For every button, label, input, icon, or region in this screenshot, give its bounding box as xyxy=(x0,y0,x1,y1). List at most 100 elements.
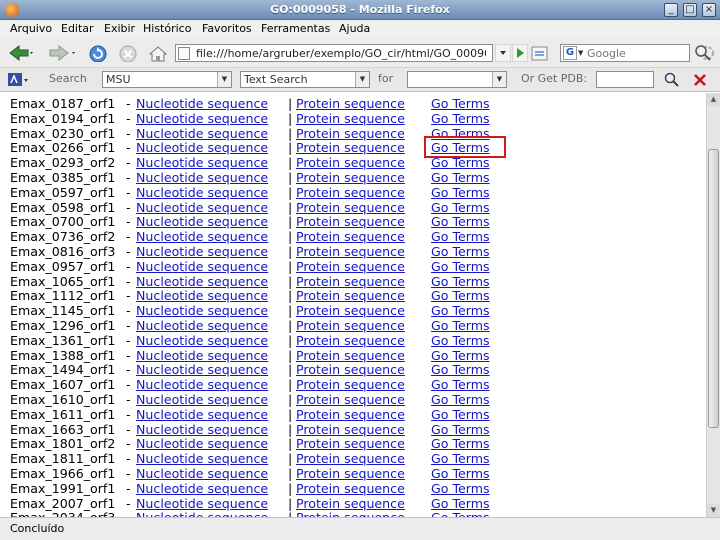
protein-link[interactable]: Protein sequence xyxy=(296,215,405,229)
nucleotide-link[interactable]: Nucleotide sequence xyxy=(136,348,268,363)
nucleotide-link[interactable]: Nucleotide sequence xyxy=(136,467,268,481)
search-type-select[interactable]: Text Search ▼ xyxy=(240,71,370,88)
chevron-down-icon[interactable]: ▼ xyxy=(492,72,506,87)
go-terms-link[interactable]: Go Terms xyxy=(431,496,490,511)
scroll-down-arrow-icon[interactable]: ▼ xyxy=(707,504,720,517)
chevron-down-icon[interactable]: ▼ xyxy=(355,72,369,87)
scroll-thumb[interactable] xyxy=(708,149,719,428)
go-terms-link[interactable]: Go Terms xyxy=(431,319,490,333)
database-select[interactable]: MSU ▼ xyxy=(102,71,232,88)
protein-link[interactable]: Protein sequence xyxy=(296,304,405,318)
forward-icon[interactable] xyxy=(48,44,76,62)
pdb-input[interactable] xyxy=(596,71,654,88)
protein-link[interactable]: Protein sequence xyxy=(296,274,405,289)
protein-link[interactable]: Protein sequence xyxy=(296,378,405,392)
go-terms-link[interactable]: Go Terms xyxy=(431,467,490,481)
nucleotide-link[interactable]: Nucleotide sequence xyxy=(136,259,268,274)
chevron-down-icon[interactable]: ▼ xyxy=(217,72,231,87)
protein-link[interactable]: Protein sequence xyxy=(296,452,405,466)
protein-link[interactable]: Protein sequence xyxy=(296,126,405,141)
scroll-up-arrow-icon[interactable]: ▲ xyxy=(707,93,720,106)
protein-link[interactable]: Protein sequence xyxy=(296,407,405,422)
protein-link[interactable]: Protein sequence xyxy=(296,422,405,437)
nucleotide-link[interactable]: Nucleotide sequence xyxy=(136,304,268,318)
query-field[interactable]: ▼ xyxy=(407,71,507,88)
menu-tools[interactable]: Ferramentas xyxy=(261,22,330,35)
protein-link[interactable]: Protein sequence xyxy=(296,97,405,111)
menu-edit[interactable]: Editar xyxy=(61,22,94,35)
menu-help[interactable]: Ajuda xyxy=(339,22,370,35)
web-search-input[interactable] xyxy=(587,46,687,60)
nucleotide-link[interactable]: Nucleotide sequence xyxy=(136,437,268,451)
protein-link[interactable]: Protein sequence xyxy=(296,496,405,511)
go-terms-link[interactable]: Go Terms xyxy=(431,437,490,451)
google-engine-icon[interactable]: G xyxy=(563,46,577,60)
back-icon[interactable] xyxy=(8,44,34,62)
go-terms-link[interactable]: Go Terms xyxy=(431,200,490,215)
go-terms-link[interactable]: Go Terms xyxy=(431,304,490,318)
engine-dropdown-icon[interactable]: ▼ xyxy=(578,49,583,57)
protein-link[interactable]: Protein sequence xyxy=(296,200,405,215)
go-terms-link[interactable]: Go Terms xyxy=(431,245,490,259)
go-terms-link[interactable]: Go Terms xyxy=(431,171,490,185)
protein-link[interactable]: Protein sequence xyxy=(296,156,405,170)
go-terms-link[interactable]: Go Terms xyxy=(431,333,490,348)
protein-link[interactable]: Protein sequence xyxy=(296,185,405,200)
go-terms-link[interactable]: Go Terms xyxy=(431,481,490,496)
nucleotide-link[interactable]: Nucleotide sequence xyxy=(136,97,268,111)
nucleotide-link[interactable]: Nucleotide sequence xyxy=(136,407,268,422)
url-text[interactable]: file:///home/argruber/exemplo/GO_cir/htm… xyxy=(196,47,486,60)
nucleotide-link[interactable]: Nucleotide sequence xyxy=(136,245,268,259)
stop-icon[interactable] xyxy=(118,44,138,62)
go-terms-link[interactable]: Go Terms xyxy=(431,259,490,274)
nucleotide-link[interactable]: Nucleotide sequence xyxy=(136,496,268,511)
protein-link[interactable]: Protein sequence xyxy=(296,319,405,333)
go-terms-link[interactable]: Go Terms xyxy=(431,363,490,377)
go-terms-link[interactable]: Go Terms xyxy=(431,230,490,244)
go-terms-link[interactable]: Go Terms xyxy=(431,215,490,229)
protein-link[interactable]: Protein sequence xyxy=(296,230,405,244)
go-terms-link[interactable]: Go Terms xyxy=(431,422,490,437)
menu-file[interactable]: Arquivo xyxy=(10,22,52,35)
menu-bookmarks[interactable]: Favoritos xyxy=(202,22,252,35)
go-terms-link[interactable]: Go Terms xyxy=(431,289,490,303)
protein-link[interactable]: Protein sequence xyxy=(296,259,405,274)
go-terms-link[interactable]: Go Terms xyxy=(431,378,490,392)
protein-link[interactable]: Protein sequence xyxy=(296,437,405,451)
go-terms-link[interactable]: Go Terms xyxy=(431,348,490,363)
go-terms-link[interactable]: Go Terms xyxy=(431,185,490,200)
protein-link[interactable]: Protein sequence xyxy=(296,481,405,496)
go-terms-link[interactable]: Go Terms xyxy=(431,97,490,111)
protein-link[interactable]: Protein sequence xyxy=(296,348,405,363)
nucleotide-link[interactable]: Nucleotide sequence xyxy=(136,289,268,303)
protein-link[interactable]: Protein sequence xyxy=(296,393,405,407)
page-bookmark-icon[interactable] xyxy=(530,44,552,62)
nucleotide-link[interactable]: Nucleotide sequence xyxy=(136,363,268,377)
nucleotide-link[interactable]: Nucleotide sequence xyxy=(136,274,268,289)
go-terms-link[interactable]: Go Terms xyxy=(431,393,490,407)
nucleotide-link[interactable]: Nucleotide sequence xyxy=(136,230,268,244)
go-terms-link[interactable]: Go Terms xyxy=(431,274,490,289)
go-icon[interactable] xyxy=(512,44,528,62)
go-terms-link[interactable]: Go Terms xyxy=(431,111,490,126)
protein-link[interactable]: Protein sequence xyxy=(296,467,405,481)
vertical-scrollbar[interactable]: ▲ ▼ xyxy=(706,93,720,517)
nucleotide-link[interactable]: Nucleotide sequence xyxy=(136,378,268,392)
protein-link[interactable]: Protein sequence xyxy=(296,363,405,377)
dropdown-arrow-icon[interactable] xyxy=(495,44,511,62)
protein-link[interactable]: Protein sequence xyxy=(296,111,405,126)
minimize-button[interactable]: _ xyxy=(664,3,678,17)
nucleotide-link[interactable]: Nucleotide sequence xyxy=(136,126,268,141)
protein-link[interactable]: Protein sequence xyxy=(296,289,405,303)
menu-history[interactable]: Histórico xyxy=(143,22,191,35)
search-icon[interactable] xyxy=(664,72,680,88)
maximize-button[interactable]: □ xyxy=(683,3,697,17)
nucleotide-link[interactable]: Nucleotide sequence xyxy=(136,422,268,437)
web-search-field[interactable]: G ▼ xyxy=(560,44,690,62)
nucleotide-link[interactable]: Nucleotide sequence xyxy=(136,452,268,466)
nucleotide-link[interactable]: Nucleotide sequence xyxy=(136,156,268,170)
nucleotide-link[interactable]: Nucleotide sequence xyxy=(136,333,268,348)
nucleotide-link[interactable]: Nucleotide sequence xyxy=(136,111,268,126)
nucleotide-link[interactable]: Nucleotide sequence xyxy=(136,200,268,215)
reload-icon[interactable] xyxy=(88,44,108,62)
